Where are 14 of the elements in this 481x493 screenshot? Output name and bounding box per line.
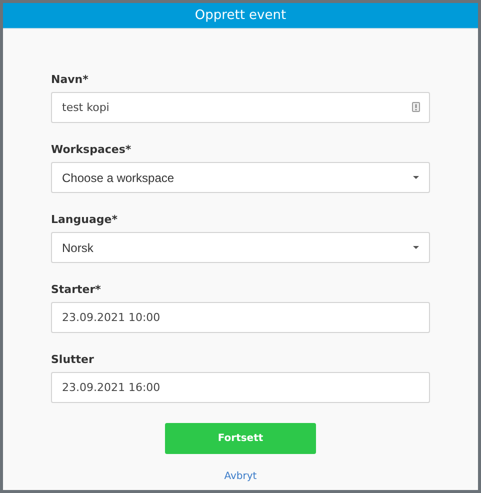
cancel-link[interactable]: Avbryt: [224, 471, 257, 482]
field-label: Navn*: [51, 73, 90, 86]
field-label: Starter*: [51, 283, 102, 296]
field-label: Language*: [51, 213, 118, 226]
select-field[interactable]: Choose a workspace: [51, 162, 430, 193]
field-label: Workspaces*: [51, 143, 132, 156]
input-field[interactable]: test kopi: [51, 92, 430, 123]
select-field[interactable]: Norsk: [51, 232, 430, 263]
field-label: Slutter: [51, 353, 95, 366]
dropdown-caret-icon: [413, 176, 419, 179]
dropdown-caret-icon: [413, 246, 419, 249]
input-field[interactable]: 23.09.2021 10:00: [51, 302, 430, 333]
input-field[interactable]: 23.09.2021 16:00: [51, 372, 430, 403]
dialog-title: Opprett event: [3, 3, 478, 29]
